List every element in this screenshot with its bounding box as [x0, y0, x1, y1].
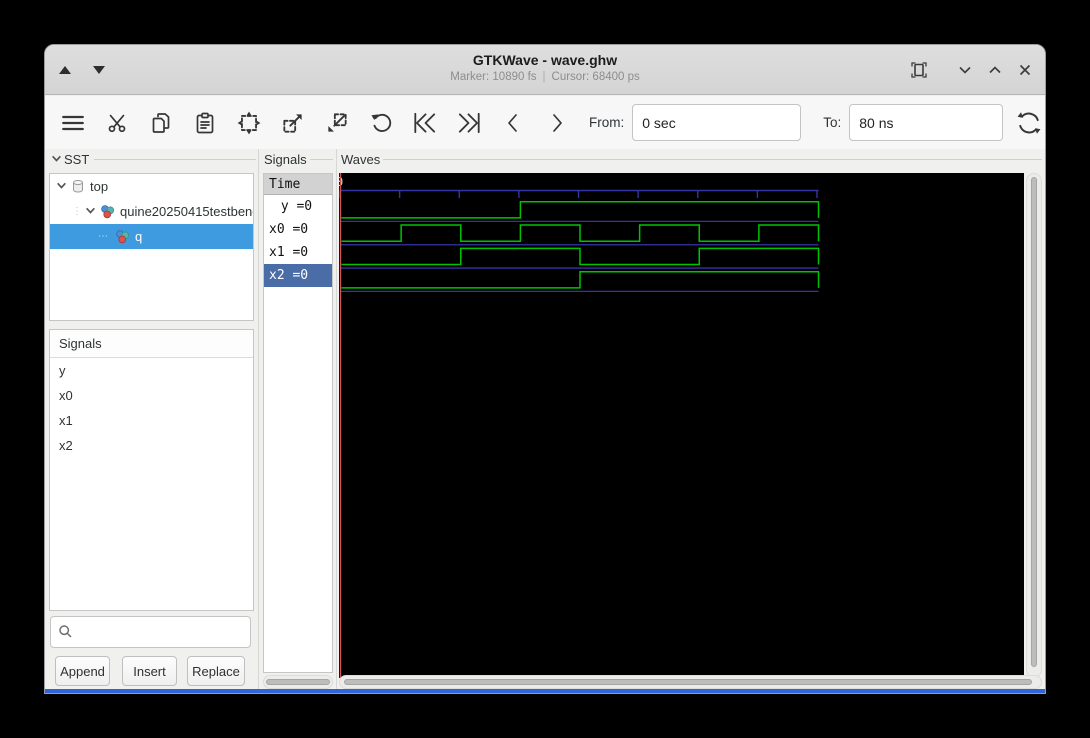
step-left-icon[interactable]: [495, 105, 531, 141]
window-title: GTKWave - wave.ghw: [472, 52, 618, 68]
from-input[interactable]: [632, 104, 802, 141]
signal-list-item-x0[interactable]: x0: [50, 383, 253, 408]
tree-item-testbench[interactable]: ⋮ quine20250415testbench: [50, 199, 253, 224]
signal-value-row-x1[interactable]: x1 =0: [264, 241, 332, 264]
signal-list-item-x1[interactable]: x1: [50, 408, 253, 433]
status-separator: |: [542, 71, 546, 83]
reload-icon[interactable]: [1011, 105, 1045, 141]
tree-item-top[interactable]: top: [50, 174, 253, 199]
zoom-fit-icon[interactable]: [231, 105, 267, 141]
to-label: To:: [823, 115, 842, 130]
signal-value-row-y[interactable]: y =0: [264, 195, 332, 218]
signal-list-item-y[interactable]: y: [50, 358, 253, 383]
copy-icon[interactable]: [143, 105, 179, 141]
maximize-icon[interactable]: [983, 58, 1007, 82]
to-input[interactable]: [849, 104, 1004, 141]
menu-icon[interactable]: [55, 105, 91, 141]
fullscreen-icon[interactable]: [907, 58, 931, 82]
undo-icon[interactable]: [363, 105, 399, 141]
replace-button[interactable]: Replace: [187, 656, 245, 686]
signal-list-item-x2[interactable]: x2: [50, 433, 253, 458]
instance-icon: [115, 229, 130, 244]
skip-to-start-icon[interactable]: [407, 105, 443, 141]
gtkwave-window: GTKWave - wave.ghw Marker: 10890 fs | Curs…: [44, 44, 1046, 694]
waves-v-scrollbar[interactable]: [1026, 173, 1042, 678]
instance-icon: [100, 204, 115, 219]
signals-values-panel: Time y =0 x0 =0 x1 =0 x2 =0: [263, 173, 333, 673]
search-input[interactable]: [50, 616, 251, 648]
zoom-out-icon[interactable]: [319, 105, 355, 141]
skip-to-end-icon[interactable]: [451, 105, 487, 141]
wave-canvas-svg: 0: [336, 173, 820, 678]
scrollbar-thumb[interactable]: [344, 679, 1032, 685]
cursor-status: Cursor: 68400 ps: [551, 71, 640, 83]
sst-label: SST: [64, 152, 90, 167]
waves-panel-label: Waves: [341, 152, 1042, 167]
scrollbar-thumb[interactable]: [1031, 177, 1037, 667]
close-icon[interactable]: [1013, 58, 1037, 82]
append-button[interactable]: Append: [55, 656, 110, 686]
expander-icon[interactable]: [56, 179, 67, 194]
tree-item-label: quine20250415testbench: [120, 204, 253, 219]
scrollbar-thumb[interactable]: [266, 679, 330, 685]
sst-header: SST: [51, 152, 256, 167]
toolbar: From: To:: [45, 96, 1045, 149]
signals-h-scrollbar[interactable]: [263, 675, 333, 689]
content-area: SST top ⋮ quine20250415testbench ⋯ q Sig…: [45, 149, 1045, 689]
module-icon: [71, 179, 85, 194]
waves-h-scrollbar[interactable]: [339, 675, 1042, 689]
signal-value-row-x2[interactable]: x2 =0: [264, 264, 332, 287]
from-label: From:: [589, 115, 625, 130]
zoom-in-icon[interactable]: [275, 105, 311, 141]
minimize-icon[interactable]: [953, 58, 977, 82]
pane-splitter-right[interactable]: [336, 149, 337, 689]
tree-item-label: top: [90, 179, 109, 194]
paste-icon[interactable]: [187, 105, 223, 141]
sst-tree: top ⋮ quine20250415testbench ⋯ q: [49, 173, 254, 321]
titlebar[interactable]: GTKWave - wave.ghw Marker: 10890 fs | Curs…: [45, 45, 1045, 95]
tree-item-label: q: [135, 229, 143, 244]
signal-value-row-x0[interactable]: x0 =0: [264, 218, 332, 241]
wave-canvas[interactable]: 0: [336, 173, 1024, 678]
signal-list-panel: Signals y x0 x1 x2: [49, 329, 254, 611]
insert-button[interactable]: Insert: [122, 656, 177, 686]
expander-icon[interactable]: [85, 204, 96, 219]
status-line: Marker: 10890 fs | Cursor: 68400 ps: [45, 71, 1045, 83]
signal-list-header: Signals: [50, 330, 253, 358]
chevron-down-icon[interactable]: [51, 152, 62, 167]
tree-item-q[interactable]: ⋯ q: [50, 224, 253, 249]
window-accent-strip: [45, 689, 1045, 693]
step-right-icon[interactable]: [539, 105, 575, 141]
cut-icon[interactable]: [99, 105, 135, 141]
pane-splitter-left[interactable]: [258, 149, 259, 689]
time-header[interactable]: Time: [264, 174, 332, 195]
signals-panel-label: Signals: [264, 152, 333, 167]
search-icon: [58, 624, 73, 644]
marker-status: Marker: 10890 fs: [450, 71, 537, 83]
